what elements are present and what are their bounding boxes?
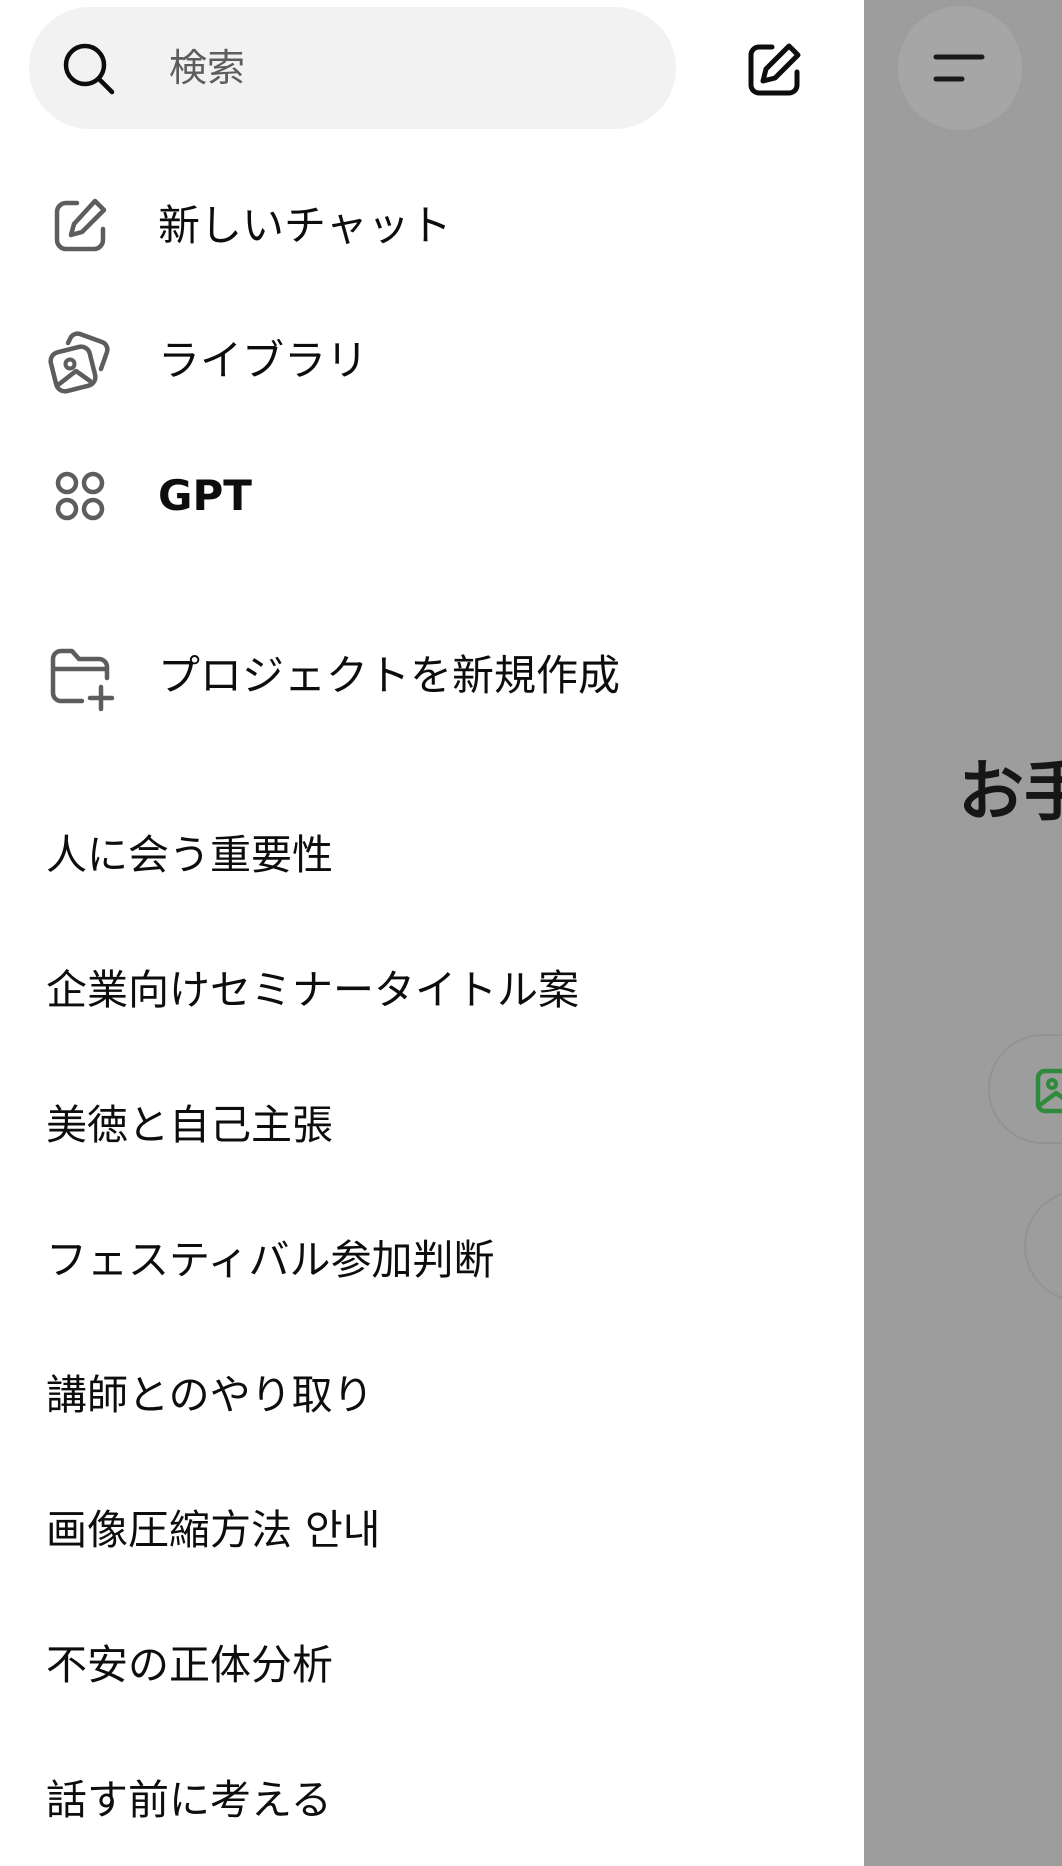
search-bar[interactable] [29, 7, 676, 129]
nav-gpt[interactable]: GPT [0, 441, 864, 551]
dim-overlay[interactable]: お手 [864, 0, 1062, 1866]
images-icon [48, 331, 110, 394]
search-input[interactable] [169, 37, 649, 99]
nav-new-project[interactable]: プロジェクトを新規作成 [0, 621, 864, 731]
history-item[interactable]: 不安の正体分析 [0, 1610, 864, 1720]
nav-gpt-label: GPT [158, 471, 252, 520]
greeting-heading: お手 [958, 753, 1062, 830]
history-item[interactable]: 人に会う重要性 [0, 800, 864, 910]
search-icon [63, 43, 115, 95]
history-item[interactable]: 美徳と自己主張 [0, 1070, 864, 1180]
sidebar-drawer: 新しいチャット ライブラリ GPT プロジェクトを新規作成 人に会う重要性 [0, 0, 864, 1866]
history-item[interactable]: 企業向けセミナータイトル案 [0, 935, 864, 1045]
edit-icon [54, 198, 107, 252]
suggestion-chip[interactable] [1024, 1190, 1062, 1302]
compose-icon [748, 43, 801, 96]
nav-new-chat[interactable]: 新しいチャット [0, 171, 864, 281]
history-item[interactable]: 画像圧縮方法 안내 [0, 1475, 864, 1585]
history-item-title: 美徳と自己主張 [46, 1101, 333, 1149]
nav-new-project-label: プロジェクトを新規作成 [158, 651, 621, 700]
history-item-title: 企業向けセミナータイトル案 [46, 966, 579, 1014]
menu-button[interactable] [898, 6, 1022, 130]
nav-library-label: ライブラリ [158, 336, 369, 385]
image-icon [1035, 1068, 1062, 1114]
history-item[interactable]: 講師とのやり取り [0, 1340, 864, 1450]
nav-new-chat-label: 新しいチャット [158, 201, 452, 250]
history-item[interactable]: フェスティバル参加判断 [0, 1205, 864, 1315]
suggestion-chip[interactable] [988, 1034, 1062, 1144]
compose-button[interactable] [742, 38, 806, 102]
history-item-title: 話す前に考える [46, 1776, 332, 1824]
nav-library[interactable]: ライブラリ [0, 306, 864, 416]
history-item[interactable]: 話す前に考える [0, 1745, 864, 1855]
history-item-title: 講師とのやり取り [46, 1371, 374, 1419]
grid-dots-icon [55, 471, 105, 521]
menu-icon [933, 54, 985, 82]
folder-plus-icon [50, 648, 115, 712]
history-item-title: 不安の正体分析 [46, 1641, 333, 1689]
history-item-title: 人に会う重要性 [46, 831, 333, 879]
history-item-title: 画像圧縮方法 안내 [46, 1506, 381, 1554]
history-item-title: フェスティバル参加判断 [46, 1236, 495, 1284]
